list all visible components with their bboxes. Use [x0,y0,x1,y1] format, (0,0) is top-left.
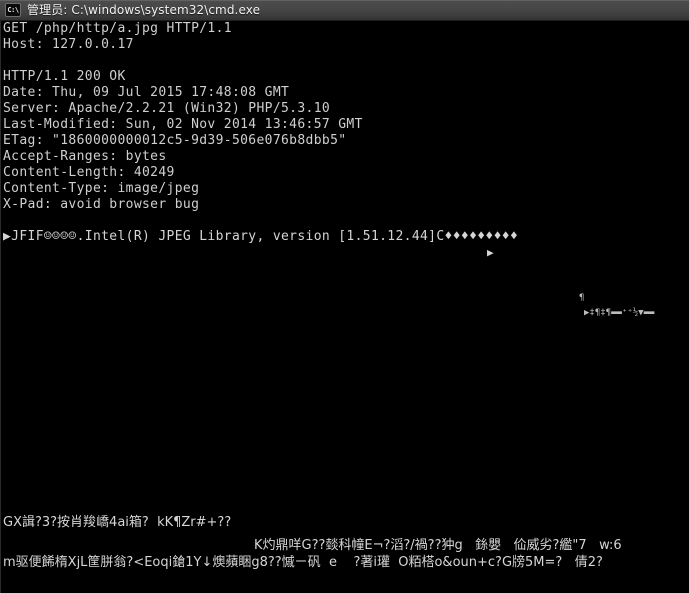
window-title: 管理员: C:\windows\system32\cmd.exe [27,3,261,17]
cmd-window: C:\ 管理员: C:\windows\system32\cmd.exe GET… [0,0,689,593]
console-line: ETag: "1860000000012c5-9d39-506e076b8dbb… [3,133,347,148]
console-screen-buffer: GET /php/http/a.jpg HTTP/1.1 Host: 127.0… [1,21,689,593]
console-line: Content-Type: image/jpeg [3,181,200,196]
console-line: GET /php/http/a.jpg HTTP/1.1 [3,21,232,36]
console-line: Accept-Ranges: bytes [3,149,167,164]
console-line: Date: Thu, 09 Jul 2015 17:48:08 GMT [3,85,290,100]
console-line: HTTP/1.1 200 OK [3,69,126,84]
console-binary-line: ▶JFIF☺☺☺☺.Intel(R) JPEG Library, version… [3,229,519,244]
window-titlebar[interactable]: C:\ 管理员: C:\windows\system32\cmd.exe [0,0,689,21]
console-binary-line: m驱便餙楕XjL筐胼翁?<Eoqi鎗1Y↓燠蘋睏g8??慽ㄧ矾 e ?著i瓘 O… [3,555,603,570]
console-line: Content-Length: 40249 [3,165,175,180]
console-line: X-Pad: avoid browser bug [3,197,200,212]
console-binary-line: ▶‡¶‡¶▬▬⁺⁺½▼▬▬ [584,308,655,318]
console-client-area[interactable]: GET /php/http/a.jpg HTTP/1.1 Host: 127.0… [0,21,689,593]
cmd-console-icon: C:\ [5,3,21,17]
console-line: Host: 127.0.0.17 [3,37,134,52]
console-line: Server: Apache/2.2.21 (Win32) PHP/5.3.10 [3,101,331,116]
console-binary-line: ▶ [487,246,494,259]
console-binary-line: ¶ [579,293,585,303]
cmd-console-icon-glyph: C:\ [7,5,19,14]
console-binary-line: GX諿?3?按肖羧嶠4ai箱? kK¶Zr#+?? [3,515,232,530]
console-binary-line: K灼鼎咩G??燅科幢E¬?滔?/禍??狆g 銯嬰 佡威劣?繿"7 w:6 [254,538,622,553]
console-line: Last-Modified: Sun, 02 Nov 2014 13:46:57… [3,117,363,132]
